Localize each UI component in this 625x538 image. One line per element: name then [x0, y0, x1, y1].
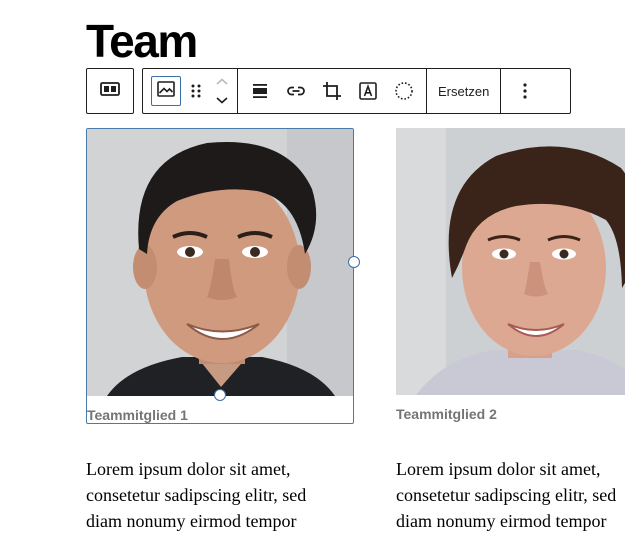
team-member-bio-1[interactable]: Lorem ipsum dolor sit amet, consetetur s… [86, 456, 376, 534]
block-controls-group [238, 69, 427, 113]
chevron-up-icon [216, 78, 228, 85]
block-toolbar: Ersetzen [142, 68, 571, 114]
team-member-bio-2[interactable]: Lorem ipsum dolor sit amet, consetetur s… [396, 456, 625, 534]
team-member-caption-1[interactable]: Teammitglied 1 [87, 407, 188, 423]
align-button[interactable] [242, 69, 278, 113]
crop-button[interactable] [314, 69, 350, 113]
insert-link-button[interactable] [278, 69, 314, 113]
select-parent-block-button[interactable] [86, 68, 134, 114]
page-title[interactable]: Team [86, 14, 198, 68]
duotone-button[interactable] [386, 69, 422, 113]
add-text-over-image-button[interactable] [350, 69, 386, 113]
more-vertical-icon [523, 83, 527, 99]
text-overlay-icon [359, 82, 377, 100]
chevron-down-icon [216, 97, 228, 104]
move-down-button[interactable] [215, 92, 229, 108]
align-wide-icon [251, 83, 269, 99]
drag-handle[interactable] [185, 69, 207, 113]
team-column-1[interactable]: Teammitglied 1 Lorem ipsum dolor sit ame… [86, 128, 360, 531]
columns-icon [100, 81, 120, 102]
crop-icon [322, 81, 342, 101]
block-mover [207, 69, 237, 113]
team-member-caption-2[interactable]: Teammitglied 2 [396, 406, 497, 422]
move-up-button[interactable] [215, 74, 229, 90]
dotted-circle-icon [394, 81, 414, 101]
resize-handle-right[interactable] [348, 256, 360, 268]
more-options-button[interactable] [501, 69, 549, 113]
image-block-selected[interactable]: Teammitglied 1 [86, 128, 360, 424]
resize-handle-bottom[interactable] [214, 389, 226, 401]
team-member-photo-1[interactable] [87, 129, 353, 396]
image-block[interactable]: Teammitglied 2 [396, 128, 625, 424]
block-type-button[interactable] [151, 76, 181, 106]
replace-button[interactable]: Ersetzen [427, 69, 500, 113]
drag-handle-icon [191, 83, 201, 99]
options-group [501, 69, 549, 113]
team-member-photo-2[interactable] [396, 128, 625, 395]
image-icon [157, 80, 175, 102]
block-switcher-group [143, 69, 238, 113]
replace-group: Ersetzen [427, 69, 502, 113]
link-icon [286, 84, 306, 98]
team-column-2[interactable]: Teammitglied 2 Lorem ipsum dolor sit ame… [396, 128, 625, 531]
